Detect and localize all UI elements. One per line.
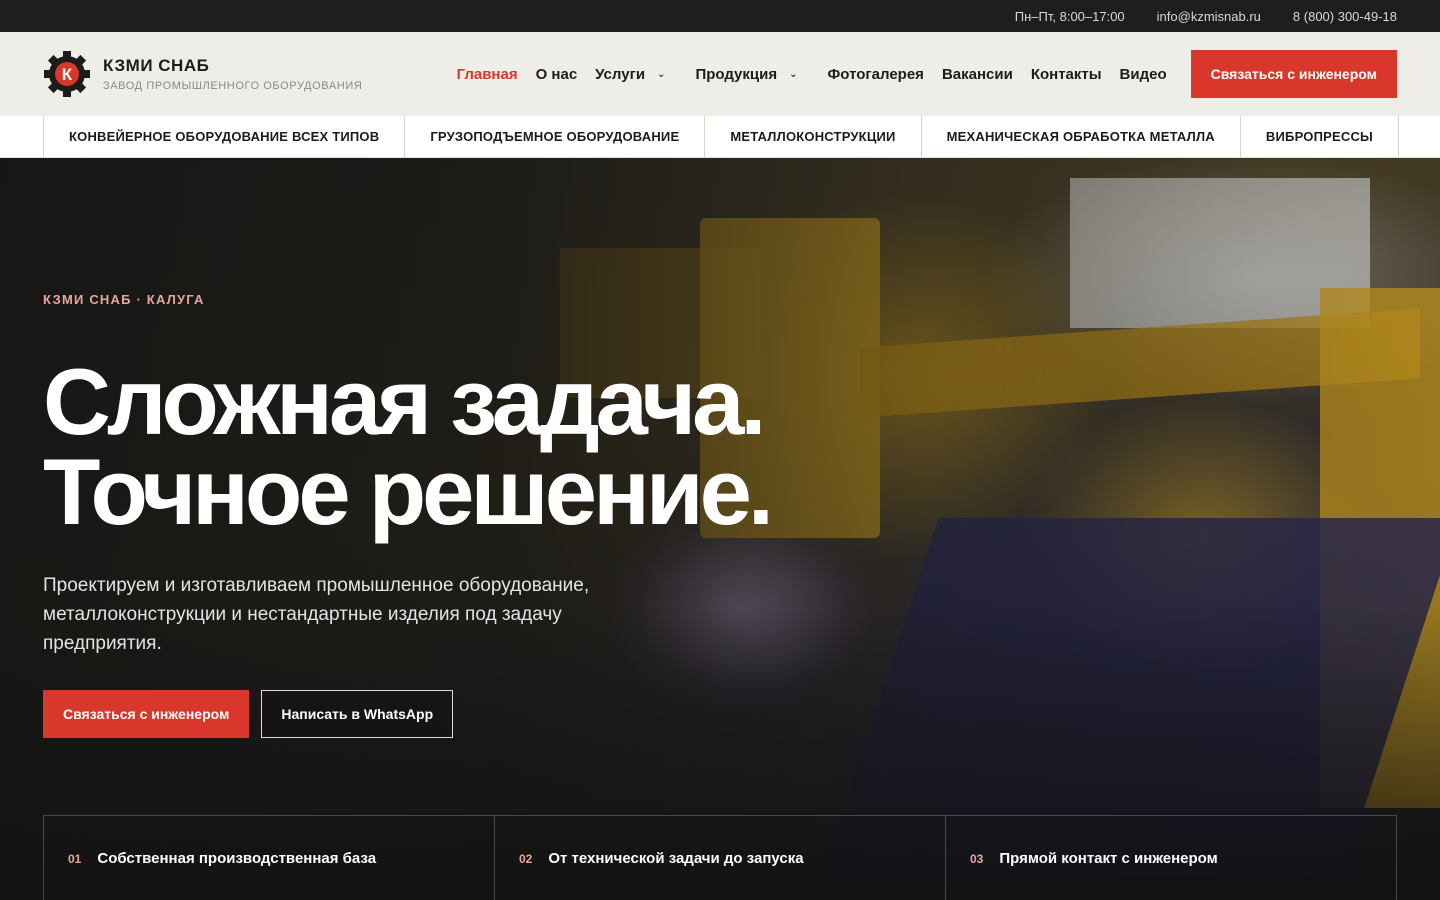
hero-buttons: Связаться с инженером Написать в WhatsAp… <box>43 690 770 738</box>
nav-video[interactable]: Видео <box>1120 66 1167 83</box>
category-lifting[interactable]: ГРУЗОПОДЪЕМНОЕ ОБОРУДОВАНИЕ <box>404 116 704 157</box>
hero-section: КЗМИ СНАБ · КАЛУГА Сложная задача. Точно… <box>0 158 1440 900</box>
work-hours: Пн–Пт, 8:00–17:00 <box>1014 8 1125 24</box>
category-metal-structures[interactable]: МЕТАЛЛОКОНСТРУКЦИИ <box>704 116 920 157</box>
nav-services-label: Услуги <box>595 65 646 83</box>
hero-eyebrow: КЗМИ СНАБ · КАЛУГА <box>43 292 205 307</box>
nav-gallery[interactable]: Фотогалерея <box>828 66 924 83</box>
headline-line-2: Точное решение. <box>43 439 774 544</box>
logo-letter: К <box>62 65 73 84</box>
category-conveyor[interactable]: КОНВЕЙЕРНОЕ ОБОРУДОВАНИЕ ВСЕХ ТИПОВ <box>43 116 404 157</box>
site-header: К КЗМИ СНАБ ЗАВОД ПРОМЫШЛЕННОГО ОБОРУДОВ… <box>0 32 1440 116</box>
brand-subtitle: ЗАВОД ПРОМЫШЛЕННОГО ОБОРУДОВАНИЯ <box>103 80 363 92</box>
category-machining[interactable]: МЕХАНИЧЕСКАЯ ОБРАБОТКА МЕТАЛЛА <box>920 116 1240 157</box>
features-strip: 01 Собственная производственная база 02 … <box>43 815 1397 900</box>
top-bar: Пн–Пт, 8:00–17:00 info@kzmisnab.ru 8 (80… <box>0 0 1440 32</box>
logo[interactable]: К КЗМИ СНАБ ЗАВОД ПРОМЫШЛЕННОГО ОБОРУДОВ… <box>43 50 362 98</box>
feature-text: Собственная производственная база <box>97 850 377 867</box>
category-nav: КОНВЕЙЕРНОЕ ОБОРУДОВАНИЕ ВСЕХ ТИПОВ ГРУЗ… <box>0 116 1440 158</box>
feature-number: 03 <box>970 851 984 866</box>
whatsapp-button[interactable]: Написать в WhatsApp <box>261 690 454 738</box>
feature-number: 01 <box>68 851 82 866</box>
feature-number: 02 <box>519 851 533 866</box>
feature-item: 03 Прямой контакт с инженером <box>945 816 1397 900</box>
feature-text: От технической задачи до запуска <box>548 850 804 867</box>
phone-link[interactable]: 8 (800) 300-49-18 <box>1293 9 1397 24</box>
chevron-down-icon: ⌄ <box>657 68 666 80</box>
contact-engineer-button[interactable]: Связаться с инженером <box>1190 50 1397 98</box>
headline-line-1: Сложная задача. <box>43 349 767 454</box>
hero-contact-button[interactable]: Связаться с инженером <box>43 690 250 738</box>
email-link[interactable]: info@kzmisnab.ru <box>1157 9 1261 24</box>
nav-home[interactable]: Главная <box>457 66 518 83</box>
feature-text: Прямой контакт с инженером <box>999 850 1218 867</box>
feature-item: 01 Собственная производственная база <box>43 816 494 900</box>
chevron-down-icon: ⌄ <box>789 68 798 80</box>
feature-item: 02 От технической задачи до запуска <box>494 816 945 900</box>
nav-services[interactable]: Услуги ⌄ <box>595 66 665 83</box>
hero-headline: Сложная задача. Точное решение. <box>43 349 774 544</box>
nav-contacts[interactable]: Контакты <box>1031 66 1102 83</box>
main-nav: Главная О нас Услуги ⌄ Продукция ⌄ Фотог… <box>457 66 1167 83</box>
nav-products[interactable]: Продукция ⌄ <box>695 66 797 83</box>
nav-products-label: Продукция <box>695 65 778 83</box>
nav-about[interactable]: О нас <box>536 66 578 83</box>
category-vibropress[interactable]: ВИБРОПРЕССЫ <box>1239 116 1399 157</box>
nav-vacancies[interactable]: Вакансии <box>942 66 1013 83</box>
hero-lead: Проектируем и изготавливаем промышленное… <box>43 575 590 654</box>
brand-title: КЗМИ СНАБ <box>103 56 210 75</box>
hero-content: КЗМИ СНАБ · КАЛУГА Сложная задача. Точно… <box>43 292 774 738</box>
gear-logo-icon: К <box>43 50 91 98</box>
